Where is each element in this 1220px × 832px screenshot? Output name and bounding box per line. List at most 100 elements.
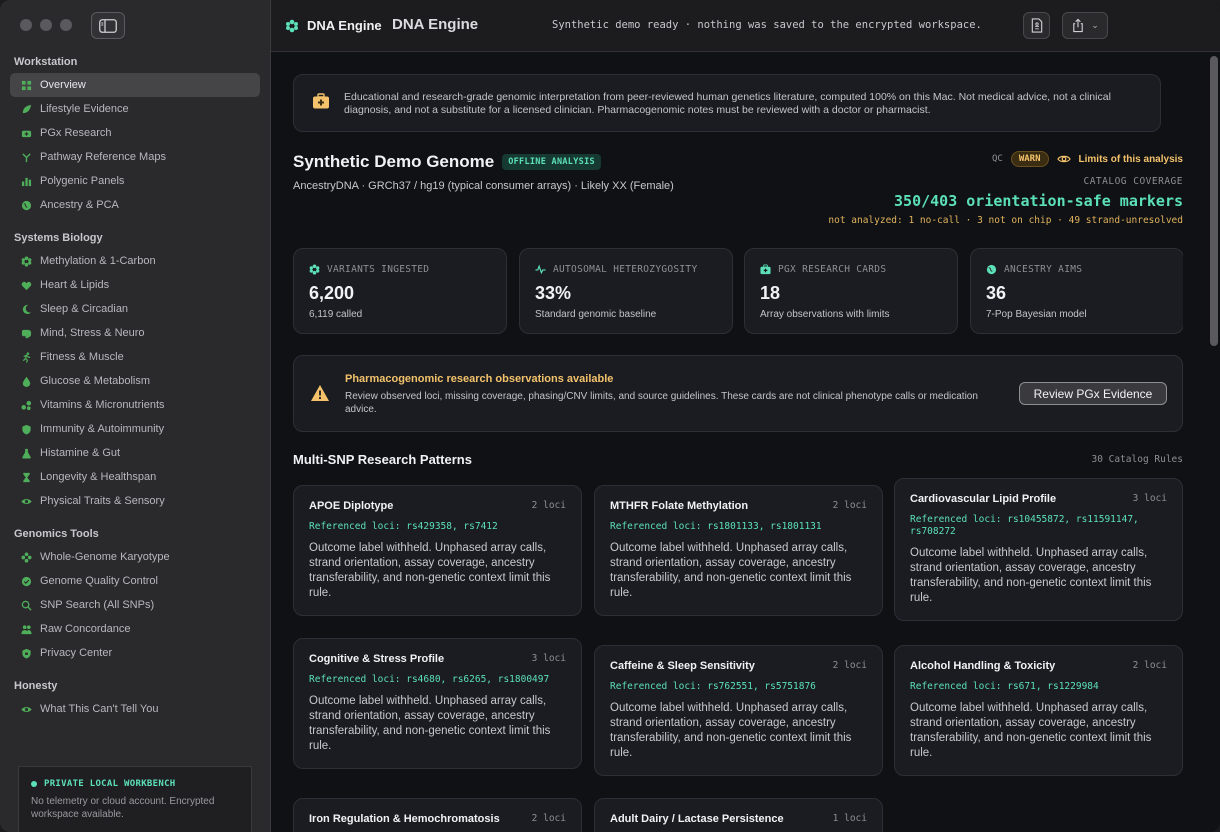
pattern-loci-count: 3 loci	[531, 653, 566, 664]
sidebar-item-raw-concordance[interactable]: Raw Concordance	[10, 617, 260, 641]
sidebar-item-label: Ancestry & PCA	[40, 199, 119, 211]
eye-icon	[20, 703, 32, 715]
pgx-banner-title: Pharmacogenomic research observations av…	[345, 373, 614, 385]
sidebar-item-what-this-can-t-tell-you[interactable]: What This Can't Tell You	[10, 697, 260, 721]
pattern-referenced-loci: Referenced loci: rs1801133, rs1801131	[610, 521, 822, 532]
brain-icon	[20, 327, 32, 339]
minimize-window-button[interactable]	[40, 19, 52, 31]
app-window: Workstation Overview Lifestyle Evidence PGx…	[0, 0, 1220, 832]
window-title: DNA Engine	[392, 16, 479, 33]
workbench-title: PRIVATE LOCAL WORKBENCH	[44, 779, 176, 789]
pattern-card[interactable]: Cognitive & Stress Profile 3 loci Referenc…	[293, 638, 582, 769]
pattern-card[interactable]: Adult Dairy / Lactase Persistence 1 loci	[594, 798, 883, 832]
sidebar-item-ancestry-pca[interactable]: Ancestry & PCA	[10, 193, 260, 217]
sidebar-item-snp-search-all-snps[interactable]: SNP Search (All SNPs)	[10, 593, 260, 617]
sidebar-item-label: Whole-Genome Karyotype	[40, 551, 170, 563]
coverage-note: not analyzed: 1 no-call · 3 not on chip …	[828, 215, 1183, 226]
pgx-banner-text: Review observed loci, missing coverage, …	[345, 391, 978, 415]
sidebar-item-label: Immunity & Autoimmunity	[40, 423, 165, 435]
check-badge-icon	[20, 575, 32, 587]
pattern-referenced-loci: Referenced loci: rs762551, rs5751876	[610, 681, 816, 692]
pattern-card[interactable]: Iron Regulation & Hemochromatosis 2 loci	[293, 798, 582, 832]
offline-badge: OFFLINE ANALYSIS	[502, 154, 601, 170]
sidebar-item-whole-genome-karyotype[interactable]: Whole-Genome Karyotype	[10, 545, 260, 569]
sidebar-item-label: Longevity & Healthspan	[40, 471, 157, 483]
medkit-icon	[313, 93, 329, 109]
sidebar-item-lifestyle-evidence[interactable]: Lifestyle Evidence	[10, 97, 260, 121]
export-document-button[interactable]	[1023, 12, 1050, 39]
pattern-name: Alcohol Handling & Toxicity	[910, 660, 1056, 672]
sidebar-item-mind-stress-neuro[interactable]: Mind, Stress & Neuro	[10, 321, 260, 345]
private-workbench-panel: PRIVATE LOCAL WORKBENCH No telemetry or …	[18, 766, 252, 832]
pattern-name: Cognitive & Stress Profile	[309, 653, 445, 665]
stat-label: VARIANTS INGESTED	[327, 264, 430, 275]
share-icon	[1073, 18, 1083, 33]
sidebar-item-pathway-reference-maps[interactable]: Pathway Reference Maps	[10, 145, 260, 169]
flask-icon	[20, 447, 32, 459]
sidebar-item-label: Sleep & Circadian	[40, 303, 129, 315]
close-window-button[interactable]	[20, 19, 32, 31]
sidebar-icon	[99, 18, 117, 33]
sidebar-item-label: Raw Concordance	[40, 623, 131, 635]
zoom-window-button[interactable]	[60, 19, 72, 31]
scrollbar[interactable]	[1210, 56, 1218, 346]
sidebar-toggle-button[interactable]	[91, 12, 125, 39]
sidebar-item-label: Methylation & 1-Carbon	[40, 255, 156, 267]
sidebar-item-methylation-1-carbon[interactable]: Methylation & 1-Carbon	[10, 249, 260, 273]
stats-row: VARIANTS INGESTED 6,200 6,119 called AUTOSO…	[293, 248, 1183, 334]
pattern-referenced-loci: Referenced loci: rs4680, rs6265, rs18004…	[309, 674, 550, 685]
sidebar-item-sleep-circadian[interactable]: Sleep & Circadian	[10, 297, 260, 321]
pattern-card[interactable]: Alcohol Handling & Toxicity 2 loci Referen…	[894, 645, 1183, 776]
genome-header: Synthetic Demo Genome OFFLINE ANALYSIS	[293, 152, 601, 172]
sidebar-item-polygenic-panels[interactable]: Polygenic Panels	[10, 169, 260, 193]
pgx-banner: Pharmacogenomic research observations av…	[293, 355, 1183, 432]
chevron-down-icon: ⌄	[1091, 20, 1099, 30]
lock-shield-icon	[20, 647, 32, 659]
pattern-description: Outcome label withheld. Unphased array c…	[610, 542, 852, 599]
shield-icon	[20, 423, 32, 435]
nav-section: Systems Biology Methylation & 1-Carbon Hea…	[10, 230, 260, 513]
sidebar-item-label: Mind, Stress & Neuro	[40, 327, 145, 339]
pattern-card[interactable]: MTHFR Folate Methylation 2 loci Referenced…	[594, 485, 883, 616]
sidebar-item-overview[interactable]: Overview	[10, 73, 260, 97]
limits-link-label: Limits of this analysis	[1078, 153, 1183, 165]
nav-section: Honesty What This Can't Tell You	[10, 678, 260, 721]
dna-icon	[20, 551, 32, 563]
pattern-card[interactable]: Caffeine & Sleep Sensitivity 2 loci Refere…	[594, 645, 883, 776]
sidebar-item-genome-quality-control[interactable]: Genome Quality Control	[10, 569, 260, 593]
pattern-description: Outcome label withheld. Unphased array c…	[309, 542, 551, 599]
pill-icon	[20, 127, 32, 139]
sidebar-item-heart-lipids[interactable]: Heart & Lipids	[10, 273, 260, 297]
nav-section: Workstation Overview Lifestyle Evidence PGx…	[10, 54, 260, 217]
pattern-description: Outcome label withheld. Unphased array c…	[610, 702, 852, 759]
stat-label: AUTOSOMAL HETEROZYGOSITY	[553, 264, 698, 275]
disclaimer-text: Educational and research-grade genomic i…	[344, 91, 1111, 116]
stat-subtitle: Standard genomic baseline	[535, 309, 657, 320]
nav-section-title: Honesty	[14, 680, 58, 692]
pattern-card[interactable]: Cardiovascular Lipid Profile 3 loci Refere…	[894, 478, 1183, 621]
sidebar-item-vitamins-micronutrients[interactable]: Vitamins & Micronutrients	[10, 393, 260, 417]
pattern-loci-count: 3 loci	[1132, 493, 1167, 504]
sidebar-item-privacy-center[interactable]: Privacy Center	[10, 641, 260, 665]
stat-value: 6,200	[309, 283, 355, 303]
sidebar-item-label: Histamine & Gut	[40, 447, 121, 459]
sidebar-item-pgx-research[interactable]: PGx Research	[10, 121, 260, 145]
pattern-name: MTHFR Folate Methylation	[610, 500, 749, 512]
pattern-loci-count: 2 loci	[832, 660, 867, 671]
limits-link[interactable]: Limits of this analysis	[1056, 153, 1183, 165]
pattern-name: APOE Diplotype	[309, 500, 394, 512]
warning-icon	[311, 385, 329, 401]
sidebar-item-physical-traits-sensory[interactable]: Physical Traits & Sensory	[10, 489, 260, 513]
stat-value: 36	[986, 283, 1007, 303]
search-icon	[20, 599, 32, 611]
review-pgx-button[interactable]: Review PGx Evidence	[1019, 382, 1167, 405]
sidebar-item-longevity-healthspan[interactable]: Longevity & Healthspan	[10, 465, 260, 489]
sidebar-item-fitness-muscle[interactable]: Fitness & Muscle	[10, 345, 260, 369]
status-message: Synthetic demo ready · nothing was saved…	[552, 19, 982, 31]
pattern-card[interactable]: APOE Diplotype 2 loci Referenced loci: rs4…	[293, 485, 582, 616]
medkit-icon	[760, 264, 771, 275]
sidebar-item-glucose-metabolism[interactable]: Glucose & Metabolism	[10, 369, 260, 393]
share-menu-button[interactable]: ⌄	[1062, 12, 1108, 39]
sidebar-item-immunity-autoimmunity[interactable]: Immunity & Autoimmunity	[10, 417, 260, 441]
sidebar-item-histamine-gut[interactable]: Histamine & Gut	[10, 441, 260, 465]
